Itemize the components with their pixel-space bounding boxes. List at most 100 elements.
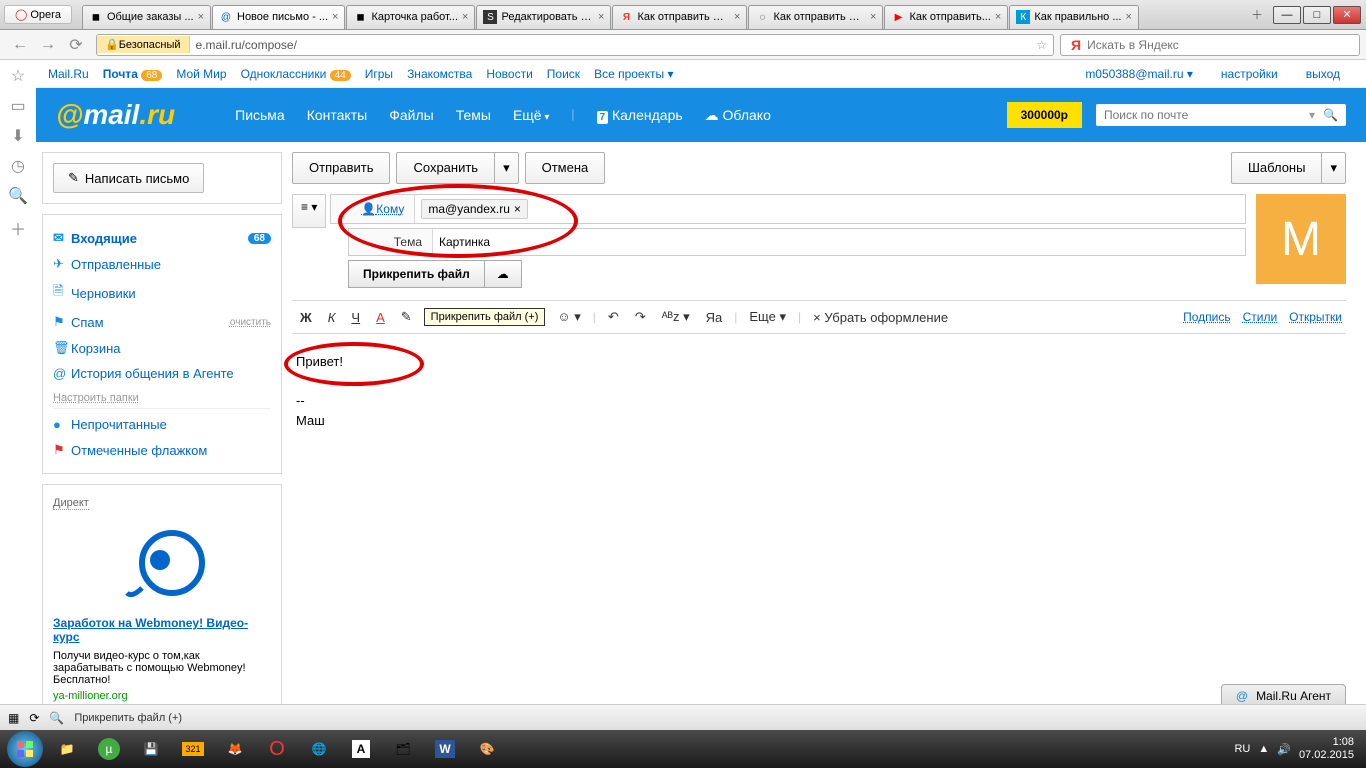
clear-spam[interactable]: очистить bbox=[230, 317, 271, 328]
promo-button[interactable]: 300000р bbox=[1007, 102, 1082, 128]
hdr-more[interactable]: Ещё bbox=[513, 107, 549, 124]
forward-button[interactable]: → bbox=[36, 33, 60, 57]
download-icon[interactable]: ⬇ bbox=[11, 126, 24, 146]
nav-pochta[interactable]: Почта 68 bbox=[103, 67, 163, 81]
tb-explorer[interactable]: 📁 bbox=[47, 733, 87, 765]
subject-input[interactable] bbox=[439, 235, 1239, 249]
close-icon[interactable]: × bbox=[598, 11, 604, 23]
editor-body[interactable]: Привет! -- Маш bbox=[292, 334, 1346, 584]
close-icon[interactable]: × bbox=[995, 11, 1001, 23]
to-field[interactable]: ma@yandex.ru × bbox=[415, 195, 1245, 223]
nav-poisk[interactable]: Поиск bbox=[547, 67, 580, 81]
more-format-button[interactable]: Еще ▾ bbox=[745, 307, 790, 327]
signature-link[interactable]: Подпись bbox=[1183, 310, 1231, 324]
minimize-button[interactable]: — bbox=[1273, 6, 1301, 24]
cards-link[interactable]: Открытки bbox=[1289, 310, 1342, 324]
italic-button[interactable]: К bbox=[324, 308, 340, 327]
to-label[interactable]: 👤 Кому bbox=[331, 195, 415, 223]
folder-spam[interactable]: ⚑Спамочистить bbox=[53, 309, 271, 335]
fields-menu[interactable]: ≡ ▾ bbox=[292, 194, 326, 228]
tb-mpc[interactable]: 321 bbox=[173, 733, 213, 765]
translit-button[interactable]: Яa bbox=[702, 308, 727, 327]
close-icon[interactable]: × bbox=[462, 11, 468, 23]
yandex-search[interactable]: Я bbox=[1060, 34, 1360, 56]
user-email[interactable]: m050388@mail.ru ▾ bbox=[1085, 67, 1193, 81]
close-icon[interactable]: × bbox=[1125, 11, 1131, 23]
underline-button[interactable]: Ч bbox=[347, 308, 364, 327]
attach-file-button[interactable]: Прикрепить файл bbox=[348, 260, 485, 288]
settings-link[interactable]: настройки bbox=[1221, 67, 1278, 81]
tab-4[interactable]: ЯКак отправить ф...× bbox=[612, 5, 747, 29]
font-color-button[interactable]: А bbox=[372, 308, 389, 327]
folder-inbox[interactable]: ✉Входящие68 bbox=[53, 225, 271, 251]
note-icon[interactable]: ▭ bbox=[10, 96, 25, 116]
config-folders[interactable]: Настроить папки bbox=[53, 392, 139, 404]
attach-cloud-button[interactable]: ☁ bbox=[485, 260, 522, 288]
close-icon[interactable]: × bbox=[734, 11, 740, 23]
yandex-search-input[interactable] bbox=[1087, 38, 1355, 52]
remove-chip-icon[interactable]: × bbox=[514, 202, 521, 216]
send-button[interactable]: Отправить bbox=[292, 152, 390, 184]
add-icon[interactable]: ＋ bbox=[10, 216, 26, 240]
folder-drafts[interactable]: 🗎Черновики bbox=[53, 277, 271, 309]
tb-app[interactable]: A bbox=[341, 733, 381, 765]
email-chip[interactable]: ma@yandex.ru × bbox=[421, 199, 528, 219]
nav-odnok[interactable]: Одноклассники 44 bbox=[241, 67, 351, 81]
folder-sent[interactable]: ✈Отправленные bbox=[53, 251, 271, 277]
close-button[interactable]: ✕ bbox=[1333, 6, 1361, 24]
tab-7[interactable]: ККак правильно ...× bbox=[1009, 5, 1139, 29]
view-icon[interactable]: ▦ bbox=[8, 711, 19, 725]
tb-folders[interactable]: 🗂 bbox=[383, 733, 423, 765]
templates-button[interactable]: Шаблоны bbox=[1231, 152, 1322, 184]
styles-link[interactable]: Стили bbox=[1243, 310, 1278, 324]
maximize-button[interactable]: □ bbox=[1303, 6, 1331, 24]
folder-unread[interactable]: ●Непрочитанные bbox=[53, 408, 271, 437]
folder-agent[interactable]: @История общения в Агенте bbox=[53, 361, 271, 386]
tb-save[interactable]: 💾 bbox=[131, 733, 171, 765]
tb-utorrent[interactable]: µ bbox=[89, 733, 129, 765]
tb-word[interactable]: W bbox=[425, 733, 465, 765]
nav-allproj[interactable]: Все проекты ▾ bbox=[594, 67, 673, 81]
back-button[interactable]: ← bbox=[8, 33, 32, 57]
mail-search[interactable]: ▾ 🔍 bbox=[1096, 104, 1346, 126]
nav-znak[interactable]: Знакомства bbox=[407, 67, 472, 81]
nav-moymir[interactable]: Мой Мир bbox=[176, 67, 226, 81]
history-icon[interactable]: ◷ bbox=[11, 156, 25, 176]
search-icon[interactable]: 🔍 bbox=[1323, 108, 1338, 122]
spellcheck-button[interactable]: ᴬᴮz ▾ bbox=[658, 307, 694, 327]
hdr-kont[interactable]: Контакты bbox=[307, 107, 367, 124]
templates-dropdown[interactable]: ▾ bbox=[1321, 152, 1346, 184]
new-tab-button[interactable]: ＋ bbox=[1251, 6, 1263, 23]
exit-link[interactable]: выход bbox=[1306, 67, 1340, 81]
star-icon[interactable]: ☆ bbox=[1030, 38, 1053, 52]
remove-format-button[interactable]: × Убрать оформление bbox=[809, 308, 952, 327]
star-icon[interactable]: ☆ bbox=[11, 66, 25, 86]
emoji-button[interactable]: ☺ ▾ bbox=[553, 307, 584, 327]
nav-novosti[interactable]: Новости bbox=[486, 67, 532, 81]
nav-mailru[interactable]: Mail.Ru bbox=[48, 67, 89, 81]
mailru-logo[interactable]: @mail.ru bbox=[56, 99, 175, 131]
hdr-files[interactable]: Файлы bbox=[389, 107, 433, 124]
highlight-button[interactable]: ✎ bbox=[397, 307, 416, 327]
start-button[interactable] bbox=[5, 733, 45, 765]
tab-6[interactable]: ▶Как отправить...× bbox=[884, 5, 1008, 29]
cancel-button[interactable]: Отмена bbox=[525, 152, 606, 184]
tb-opera[interactable]: O bbox=[257, 733, 297, 765]
close-icon[interactable]: × bbox=[198, 11, 204, 23]
redo-button[interactable]: ↷ bbox=[631, 307, 650, 327]
save-dropdown[interactable]: ▾ bbox=[494, 152, 519, 184]
hdr-calendar[interactable]: 7 Календарь bbox=[597, 107, 683, 124]
close-icon[interactable]: × bbox=[870, 11, 876, 23]
nav-igry[interactable]: Игры bbox=[365, 67, 393, 81]
search-icon[interactable]: 🔍 bbox=[8, 186, 28, 206]
tb-firefox[interactable]: 🦊 bbox=[215, 733, 255, 765]
hdr-pisma[interactable]: Письма bbox=[235, 107, 285, 124]
tab-3[interactable]: SРедактировать з...× bbox=[476, 5, 611, 29]
hdr-cloud[interactable]: ☁ Облако bbox=[705, 107, 771, 124]
reload-button[interactable]: ⟳ bbox=[64, 33, 88, 57]
folder-flagged[interactable]: ⚑Отмеченные флажком bbox=[53, 437, 271, 463]
zoom-icon[interactable]: 🔍 bbox=[49, 711, 64, 725]
mail-search-input[interactable] bbox=[1104, 108, 1309, 122]
compose-button[interactable]: ✎ Написать письмо bbox=[53, 163, 204, 193]
address-bar[interactable]: 🔒 Безопасный e.mail.ru/compose/ ☆ bbox=[96, 34, 1054, 56]
